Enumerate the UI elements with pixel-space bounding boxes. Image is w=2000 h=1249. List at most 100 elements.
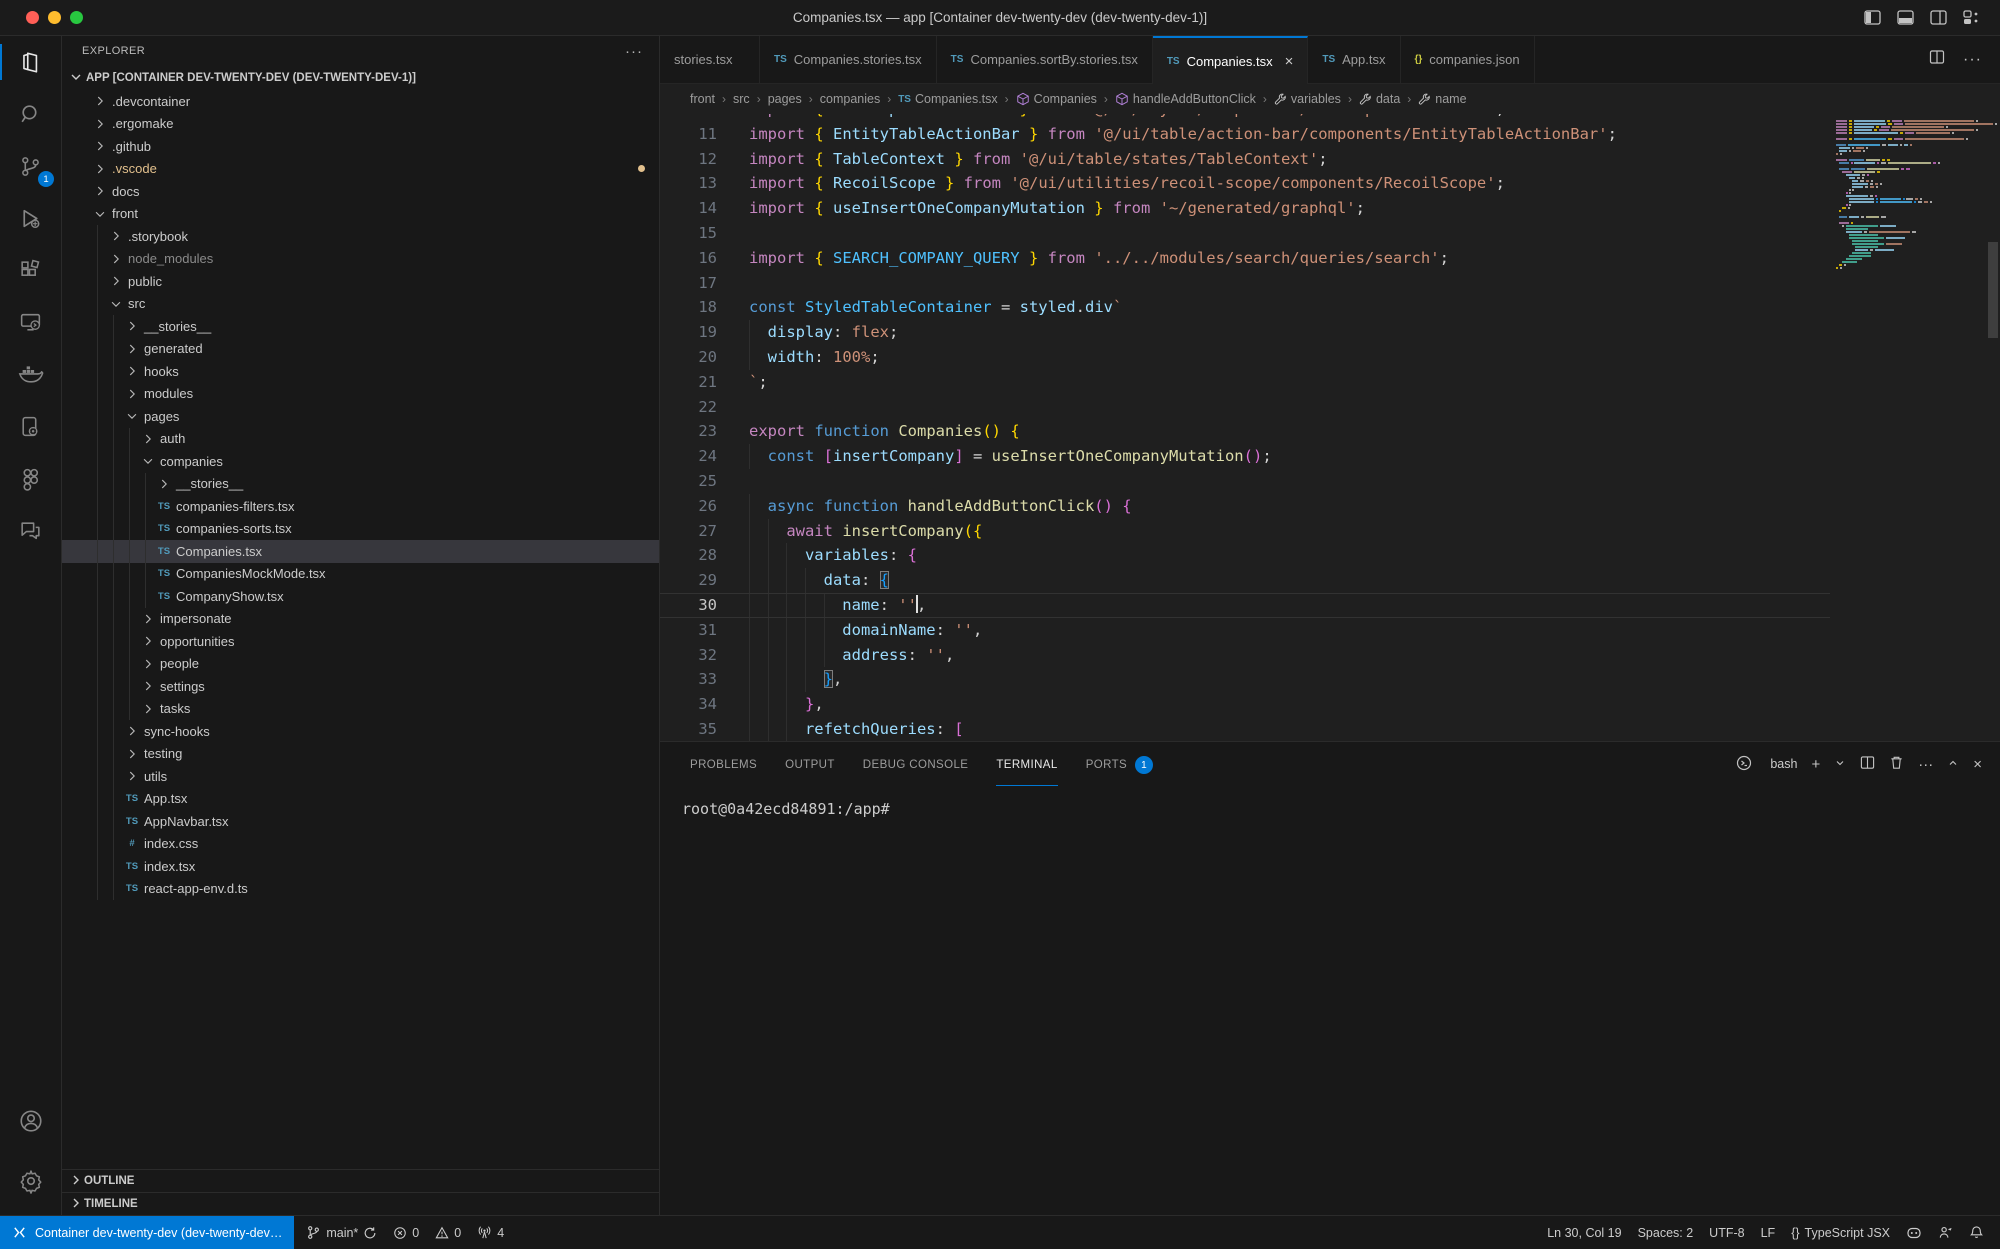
tree-item-index.tsx[interactable]: TSindex.tsx: [62, 855, 659, 878]
git-branch-item[interactable]: main*: [298, 1216, 385, 1249]
maximize-panel-icon[interactable]: [1947, 757, 1959, 772]
code-line-12[interactable]: 12import { TableContext } from '@/ui/tab…: [660, 147, 1830, 172]
panel-tab-ports[interactable]: PORTS1: [1086, 742, 1153, 786]
code-line-11[interactable]: 11import { EntityTableActionBar } from '…: [660, 122, 1830, 147]
code-area[interactable]: 10import { WithTopBarContainer } from '@…: [660, 114, 1830, 741]
tree-item-.github[interactable]: .github: [62, 135, 659, 158]
tree-item-testing[interactable]: testing: [62, 743, 659, 766]
explorer-more-actions-icon[interactable]: ···: [625, 43, 643, 60]
tab-Companies.sortBy.stories.tsx[interactable]: TSCompanies.sortBy.stories.tsx: [937, 36, 1153, 83]
code-line-26[interactable]: 26 async function handleAddButtonClick()…: [660, 494, 1830, 519]
language-mode-item[interactable]: {} TypeScript JSX: [1783, 1216, 1898, 1249]
tree-item-react-app-env.d.ts[interactable]: TSreact-app-env.d.ts: [62, 878, 659, 901]
code-line-18[interactable]: 18const StyledTableContainer = styled.di…: [660, 295, 1830, 320]
code-line-10[interactable]: 10import { WithTopBarContainer } from '@…: [660, 114, 1830, 122]
editor-scrollbar[interactable]: [1988, 242, 1998, 338]
code-line-20[interactable]: 20 width: 100%;: [660, 345, 1830, 370]
terminal-dropdown-icon[interactable]: [1834, 757, 1846, 772]
tree-item-src[interactable]: src: [62, 293, 659, 316]
code-line-29[interactable]: 29 data: {: [660, 568, 1830, 593]
notifications-item[interactable]: [1961, 1216, 1992, 1249]
copilot-item[interactable]: [1898, 1216, 1930, 1249]
activity-docker-icon[interactable]: [0, 348, 61, 400]
tab-Companies.stories.tsx[interactable]: TSCompanies.stories.tsx: [760, 36, 937, 83]
timeline-section-header[interactable]: TIMELINE: [62, 1192, 659, 1215]
tab-Companies.tsx[interactable]: TSCompanies.tsx×: [1153, 36, 1309, 84]
tree-item-.devcontainer[interactable]: .devcontainer: [62, 90, 659, 113]
tree-item-Companies.tsx[interactable]: TSCompanies.tsx: [62, 540, 659, 563]
zoom-window-button[interactable]: [70, 11, 83, 24]
toggle-secondary-sidebar-icon[interactable]: [1930, 10, 1947, 25]
close-panel-icon[interactable]: ×: [1973, 756, 1982, 773]
tree-item-node-modules[interactable]: node_modules: [62, 248, 659, 271]
code-line-19[interactable]: 19 display: flex;: [660, 320, 1830, 345]
code-line-34[interactable]: 34 },: [660, 692, 1830, 717]
tree-item-.ergomake[interactable]: .ergomake: [62, 113, 659, 136]
breadcrumb-handleAddButtonClick[interactable]: handleAddButtonClick: [1115, 92, 1256, 106]
kill-terminal-icon[interactable]: [1889, 755, 1904, 773]
close-tab-icon[interactable]: ×: [1285, 53, 1294, 70]
tree-item-modules[interactable]: modules: [62, 383, 659, 406]
customize-layout-icon[interactable]: [1963, 10, 1980, 25]
eol-item[interactable]: LF: [1753, 1216, 1784, 1249]
code-line-35[interactable]: 35 refetchQueries: [: [660, 717, 1830, 741]
tree-item-auth[interactable]: auth: [62, 428, 659, 451]
activity-comments-icon[interactable]: [0, 504, 61, 556]
tree-item-CompaniesMockMode.tsx[interactable]: TSCompaniesMockMode.tsx: [62, 563, 659, 586]
tree-item-.vscode[interactable]: .vscode: [62, 158, 659, 181]
tree-item-impersonate[interactable]: impersonate: [62, 608, 659, 631]
close-window-button[interactable]: [26, 11, 39, 24]
breadcrumb-Companies.tsx[interactable]: TSCompanies.tsx: [898, 92, 997, 106]
tree-item-companies-filters.tsx[interactable]: TScompanies-filters.tsx: [62, 495, 659, 518]
tree-item--stories-[interactable]: __stories__: [62, 473, 659, 496]
code-line-28[interactable]: 28 variables: {: [660, 543, 1830, 568]
activity-extensions-icon[interactable]: [0, 244, 61, 296]
tree-item-people[interactable]: people: [62, 653, 659, 676]
code-line-14[interactable]: 14import { useInsertOneCompanyMutation }…: [660, 196, 1830, 221]
activity-accounts-icon[interactable]: [0, 1095, 61, 1147]
code-line-13[interactable]: 13import { RecoilScope } from '@/ui/util…: [660, 171, 1830, 196]
code-line-15[interactable]: 15: [660, 221, 1830, 246]
activity-remote-explorer-icon[interactable]: [0, 296, 61, 348]
tree-item-App.tsx[interactable]: TSApp.tsx: [62, 788, 659, 811]
tree-item-CompanyShow.tsx[interactable]: TSCompanyShow.tsx: [62, 585, 659, 608]
tree-item-companies-sorts.tsx[interactable]: TScompanies-sorts.tsx: [62, 518, 659, 541]
panel-tab-debug-console[interactable]: DEBUG CONSOLE: [863, 742, 969, 786]
code-line-27[interactable]: 27 await insertCompany({: [660, 519, 1830, 544]
code-line-33[interactable]: 33 },: [660, 667, 1830, 692]
tree-item-settings[interactable]: settings: [62, 675, 659, 698]
encoding-item[interactable]: UTF-8: [1701, 1216, 1752, 1249]
new-terminal-icon[interactable]: +: [1811, 756, 1820, 773]
code-line-30[interactable]: 30 name: '',: [660, 593, 1830, 618]
split-terminal-icon[interactable]: [1860, 755, 1875, 773]
remote-indicator[interactable]: Container dev-twenty-dev (dev-twenty-dev…: [0, 1216, 294, 1249]
breadcrumb-Companies[interactable]: Companies: [1016, 92, 1097, 106]
panel-tab-problems[interactable]: PROBLEMS: [690, 742, 757, 786]
activity-settings-icon[interactable]: [0, 1155, 61, 1207]
activity-source-control-icon[interactable]: 1: [0, 140, 61, 192]
tree-item-docs[interactable]: docs: [62, 180, 659, 203]
cursor-position-item[interactable]: Ln 30, Col 19: [1539, 1216, 1629, 1249]
breadcrumb-front[interactable]: front: [690, 92, 715, 106]
breadcrumb-pages[interactable]: pages: [768, 92, 802, 106]
breadcrumb-variables[interactable]: variables: [1274, 92, 1341, 106]
minimize-window-button[interactable]: [48, 11, 61, 24]
tree-item-front[interactable]: front: [62, 203, 659, 226]
minimap[interactable]: [1830, 114, 2000, 741]
tree-item-pages[interactable]: pages: [62, 405, 659, 428]
activity-dev-containers-icon[interactable]: [0, 400, 61, 452]
toggle-panel-icon[interactable]: [1897, 10, 1914, 25]
breadcrumb-name[interactable]: name: [1418, 92, 1466, 106]
tree-item-opportunities[interactable]: opportunities: [62, 630, 659, 653]
breadcrumb-companies[interactable]: companies: [820, 92, 880, 106]
code-line-17[interactable]: 17: [660, 271, 1830, 296]
tree-item-generated[interactable]: generated: [62, 338, 659, 361]
code-line-24[interactable]: 24 const [insertCompany] = useInsertOneC…: [660, 444, 1830, 469]
tree-item-public[interactable]: public: [62, 270, 659, 293]
tree-item-hooks[interactable]: hooks: [62, 360, 659, 383]
code-line-21[interactable]: 21`;: [660, 370, 1830, 395]
activity-design-tool-icon[interactable]: [0, 452, 61, 504]
feedback-item[interactable]: [1930, 1216, 1961, 1249]
tree-item-.storybook[interactable]: .storybook: [62, 225, 659, 248]
tree-item-sync-hooks[interactable]: sync-hooks: [62, 720, 659, 743]
